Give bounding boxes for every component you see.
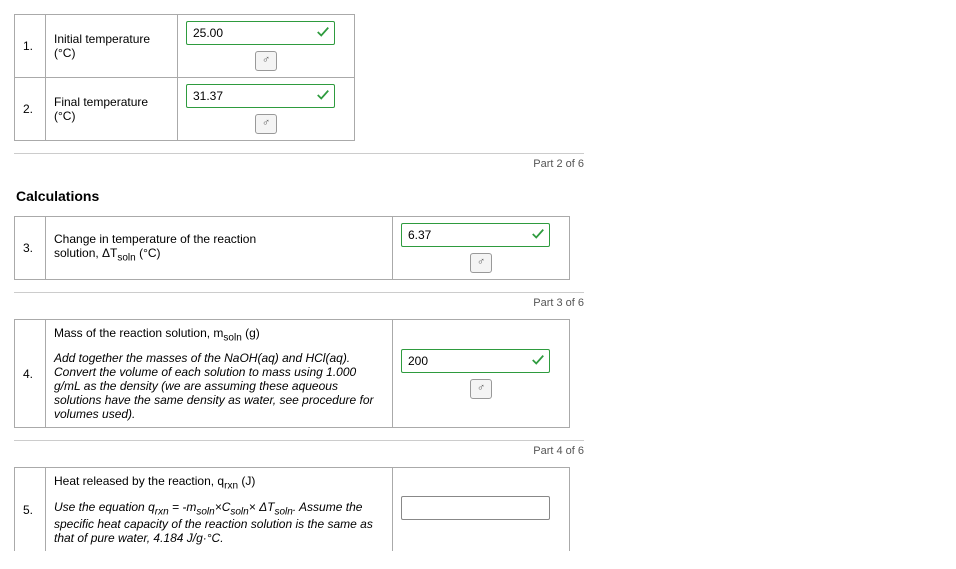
checkmark-icon: [531, 227, 545, 241]
row-label: Initial temperature (°C): [46, 15, 178, 78]
checkmark-icon: [316, 25, 330, 39]
row-label: Change in temperature of the reaction so…: [46, 217, 393, 280]
degree-button[interactable]: ♂: [470, 379, 492, 399]
divider: [14, 153, 584, 154]
table-row: 2. Final temperature (°C) 31.37 ♂: [15, 78, 355, 141]
final-temp-input[interactable]: 31.37: [186, 84, 335, 108]
checkmark-icon: [531, 353, 545, 367]
calculations-heading: Calculations: [16, 188, 942, 204]
checkmark-icon: [316, 88, 330, 102]
row-index: 2.: [15, 78, 46, 141]
table-initial-final: 1. Initial temperature (°C) 25.00 ♂ 2. F…: [14, 14, 355, 141]
row-index: 4.: [15, 320, 46, 428]
table-row: 5. Heat released by the reaction, qrxn (…: [15, 468, 570, 551]
part-label: Part 3 of 6: [14, 297, 584, 309]
degree-button[interactable]: ♂: [470, 253, 492, 273]
row-label: Heat released by the reaction, qrxn (J) …: [46, 468, 393, 551]
row-index: 1.: [15, 15, 46, 78]
mass-input[interactable]: 200: [401, 349, 550, 373]
degree-button[interactable]: ♂: [255, 114, 277, 134]
table-row: 1. Initial temperature (°C) 25.00 ♂: [15, 15, 355, 78]
row-index: 3.: [15, 217, 46, 280]
part-label: Part 4 of 6: [14, 445, 584, 457]
initial-temp-input[interactable]: 25.00: [186, 21, 335, 45]
divider: [14, 292, 584, 293]
table-row: 3. Change in temperature of the reaction…: [15, 217, 570, 280]
row-index: 5.: [15, 468, 46, 551]
hint-text: Use the equation qrxn = -msoln×Csoln× ΔT…: [54, 500, 384, 545]
table-row: 4. Mass of the reaction solution, msoln …: [15, 320, 570, 428]
table-delta-t: 3. Change in temperature of the reaction…: [14, 216, 570, 280]
part-label: Part 2 of 6: [14, 158, 584, 170]
hint-text: Add together the masses of the NaOH(aq) …: [54, 351, 384, 421]
degree-button[interactable]: ♂: [255, 51, 277, 71]
divider: [14, 440, 584, 441]
table-heat: 5. Heat released by the reaction, qrxn (…: [14, 467, 570, 551]
row-label: Final temperature (°C): [46, 78, 178, 141]
table-mass: 4. Mass of the reaction solution, msoln …: [14, 319, 570, 428]
delta-t-input[interactable]: 6.37: [401, 223, 550, 247]
heat-input[interactable]: [401, 496, 550, 520]
row-label: Mass of the reaction solution, msoln (g)…: [46, 320, 393, 428]
